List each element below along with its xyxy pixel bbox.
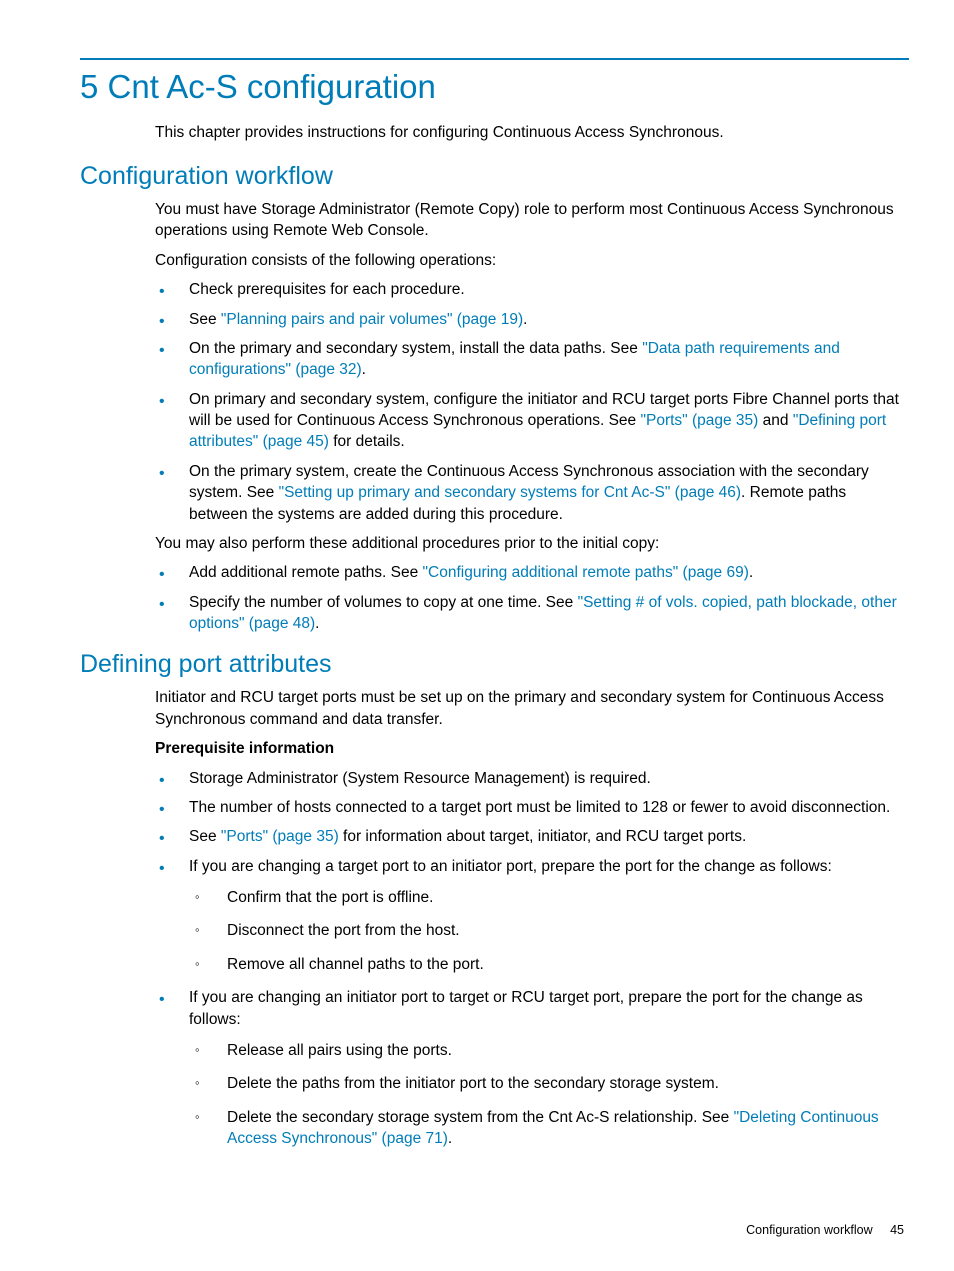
section-body-defining-port-attrs: Initiator and RCU target ports must be s… (155, 687, 909, 1149)
link-planning-pairs[interactable]: "Planning pairs and pair volumes" (page … (221, 311, 523, 328)
page-container: 5 Cnt Ac-S configuration This chapter pr… (0, 0, 954, 1271)
top-rule (80, 58, 909, 60)
list-item: On the primary and secondary system, ins… (155, 338, 909, 381)
paragraph: Configuration consists of the following … (155, 250, 909, 271)
list-item: Add additional remote paths. See "Config… (155, 562, 909, 583)
link-setup-primary-secondary[interactable]: "Setting up primary and secondary system… (279, 484, 741, 501)
link-ports-35[interactable]: "Ports" (page 35) (640, 412, 758, 429)
list-item: On primary and secondary system, configu… (155, 389, 909, 453)
text: . (362, 361, 366, 378)
list-item: See "Ports" (page 35) for information ab… (155, 826, 909, 847)
paragraph: You may also perform these additional pr… (155, 533, 909, 554)
chapter-intro: This chapter provides instructions for c… (155, 124, 909, 142)
text: See (189, 828, 221, 845)
list-item: Release all pairs using the ports. (189, 1040, 909, 1061)
text: Delete the secondary storage system from… (227, 1109, 734, 1126)
text: . (523, 311, 527, 328)
section-heading-config-workflow: Configuration workflow (80, 162, 909, 191)
list-item: If you are changing a target port to an … (155, 856, 909, 976)
list-item: The number of hosts connected to a targe… (155, 797, 909, 818)
bullet-list: Check prerequisites for each procedure. … (155, 279, 909, 525)
list-item: If you are changing an initiator port to… (155, 987, 909, 1149)
text: On the primary and secondary system, ins… (189, 340, 642, 357)
bullet-list: Add additional remote paths. See "Config… (155, 562, 909, 634)
text: . (315, 615, 319, 632)
text: . (448, 1130, 452, 1147)
page-number: 45 (890, 1223, 904, 1237)
subheading-prereq-info: Prerequisite information (155, 738, 909, 759)
list-item: Remove all channel paths to the port. (189, 954, 909, 975)
list-item: Storage Administrator (System Resource M… (155, 768, 909, 789)
text: If you are changing a target port to an … (189, 858, 832, 875)
list-item: Specify the number of volumes to copy at… (155, 592, 909, 635)
chapter-title: 5 Cnt Ac-S configuration (80, 68, 909, 106)
text: If you are changing an initiator port to… (189, 989, 863, 1027)
sub-bullet-list: Release all pairs using the ports. Delet… (189, 1040, 909, 1150)
text: for information about target, initiator,… (339, 828, 747, 845)
list-item: Delete the paths from the initiator port… (189, 1073, 909, 1094)
text: and (758, 412, 792, 429)
page-footer: Configuration workflow 45 (746, 1223, 904, 1237)
list-item: See "Planning pairs and pair volumes" (p… (155, 309, 909, 330)
link-additional-remote-paths[interactable]: "Configuring additional remote paths" (p… (423, 564, 749, 581)
section-heading-defining-port-attrs: Defining port attributes (80, 650, 909, 679)
list-item: Delete the secondary storage system from… (189, 1107, 909, 1150)
sub-bullet-list: Confirm that the port is offline. Discon… (189, 887, 909, 975)
text: See (189, 311, 221, 328)
text: Add additional remote paths. See (189, 564, 423, 581)
section-body-config-workflow: You must have Storage Administrator (Rem… (155, 199, 909, 634)
list-item: Check prerequisites for each procedure. (155, 279, 909, 300)
footer-section-name: Configuration workflow (746, 1223, 872, 1237)
text: Specify the number of volumes to copy at… (189, 594, 578, 611)
list-item: Disconnect the port from the host. (189, 920, 909, 941)
list-item: On the primary system, create the Contin… (155, 461, 909, 525)
bullet-list: Storage Administrator (System Resource M… (155, 768, 909, 1150)
list-item: Confirm that the port is offline. (189, 887, 909, 908)
paragraph: You must have Storage Administrator (Rem… (155, 199, 909, 242)
link-ports-35-b[interactable]: "Ports" (page 35) (221, 828, 339, 845)
paragraph: Initiator and RCU target ports must be s… (155, 687, 909, 730)
text: for details. (329, 433, 405, 450)
text: . (749, 564, 753, 581)
